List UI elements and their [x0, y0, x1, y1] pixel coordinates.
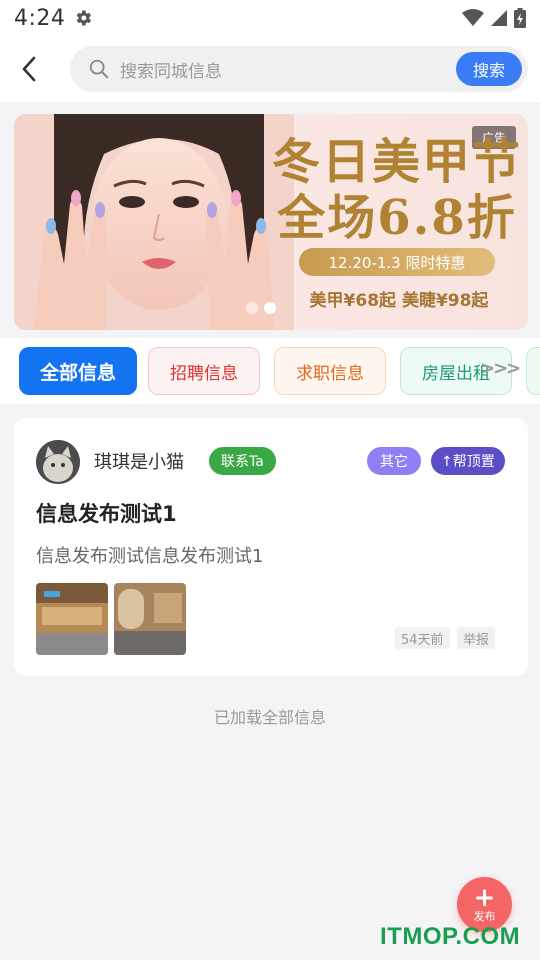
username[interactable]: 琪琪是小猫: [94, 448, 184, 474]
carousel-dots: [246, 302, 276, 314]
carousel-dot[interactable]: [246, 302, 258, 314]
tab-all-info[interactable]: 全部信息: [19, 347, 137, 395]
post-description: 信息发布测试信息发布测试1: [36, 546, 264, 567]
plus-icon: +: [473, 882, 496, 913]
search-box[interactable]: 搜索同城信息 搜索: [70, 46, 528, 92]
tab-job-seeking[interactable]: 求职信息: [274, 347, 386, 395]
load-all-text: 已加载全部信息: [213, 708, 326, 727]
category-badge: 其它: [367, 447, 421, 475]
pin-to-top-button[interactable]: ↑帮顶置: [431, 447, 505, 475]
banner-subtitle: 12.20-1.3 限时特惠: [299, 248, 495, 276]
banner-title: 冬日美甲节 全场6.8折: [272, 134, 522, 246]
signal-icon: [491, 10, 507, 26]
more-tabs-arrows[interactable]: >>>: [480, 358, 521, 379]
status-icons: [462, 8, 526, 28]
tab-next-partial[interactable]: [526, 347, 540, 395]
search-icon: [89, 59, 109, 79]
status-bar: 4:24: [0, 0, 540, 36]
publish-label: 发布: [473, 909, 496, 923]
watermark: ITMOP.COM: [380, 923, 521, 950]
cat-avatar-image: [36, 440, 80, 484]
battery-charging-icon: [514, 8, 526, 28]
contact-button[interactable]: 联系Ta: [209, 447, 276, 475]
tab-recruitment[interactable]: 招聘信息: [148, 347, 260, 395]
banner-prices: 美甲¥68起 美睫¥98起: [309, 291, 489, 311]
post-image-2: [114, 583, 186, 655]
back-button[interactable]: [0, 36, 60, 102]
search-input[interactable]: 搜索同城信息: [120, 57, 222, 82]
post-image-thumbnail[interactable]: [36, 583, 108, 655]
carousel-dot-active[interactable]: [264, 302, 276, 314]
banner-title-line1: 冬日美甲节: [272, 134, 523, 190]
report-button[interactable]: 举报: [457, 627, 496, 649]
post-card[interactable]: 琪琪是小猫 联系Ta 其它 ↑帮顶置 信息发布测试1 信息发布测试信息发布测试1…: [14, 418, 528, 676]
category-tabs: 全部信息 招聘信息 求职信息 房屋出租 >>>: [0, 338, 540, 404]
promo-banner[interactable]: 广告 冬日美甲节 全场6.8折 12.20-1.3 限时特惠 美甲¥68起 美睫…: [14, 114, 528, 330]
wifi-icon: [462, 9, 484, 26]
avatar[interactable]: [36, 440, 80, 484]
chevron-left-icon: [22, 56, 36, 82]
post-image-thumbnail[interactable]: [114, 583, 186, 655]
status-time: 4:24: [14, 5, 66, 31]
post-title: 信息发布测试1: [36, 502, 177, 526]
gear-icon: [77, 10, 92, 26]
banner-title-line2: 全场6.8折: [277, 190, 517, 246]
post-time: 54天前: [395, 627, 450, 649]
header: 搜索同城信息 搜索: [0, 36, 540, 102]
post-image-1: [36, 583, 108, 655]
search-button[interactable]: 搜索: [456, 52, 522, 86]
banner-model-image: [14, 114, 294, 330]
